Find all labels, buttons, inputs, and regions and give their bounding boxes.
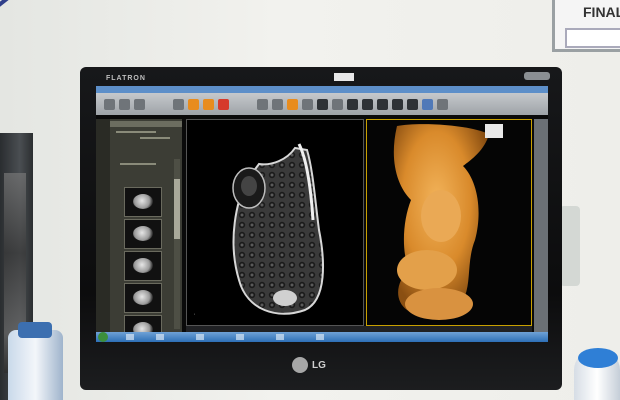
taskbar-app-icon[interactable] [236, 334, 244, 340]
series-panel [110, 119, 182, 341]
monitor-screen: · [96, 86, 548, 342]
svg-text:·: · [193, 312, 196, 318]
rotate-icon[interactable] [287, 98, 298, 110]
cine-play-icon[interactable] [377, 98, 388, 110]
taskbar-app-icon[interactable] [126, 334, 134, 340]
container-right [574, 348, 620, 400]
final-sign: FINAL [552, 0, 620, 52]
window-titlebar [96, 86, 548, 93]
mri-viewport[interactable]: · [186, 119, 364, 326]
series-info-line [120, 163, 156, 165]
sign-text: FINAL [583, 4, 620, 20]
monitor-brand-top: FLATRON [106, 75, 146, 82]
taskbar [96, 332, 548, 342]
reset-icon[interactable] [317, 98, 328, 110]
monitor-badge [524, 72, 550, 80]
save-icon[interactable] [119, 98, 130, 110]
start-button-icon[interactable] [98, 332, 108, 342]
crop-icon[interactable] [332, 98, 343, 110]
mri-image: · [193, 143, 324, 318]
monitor-sticker [334, 73, 354, 81]
series-thumbnail[interactable] [124, 283, 162, 313]
invert-icon[interactable] [302, 98, 313, 110]
thumbnail-image [133, 194, 153, 209]
lg-logo-icon [292, 357, 308, 373]
thumbnail-image [133, 258, 153, 273]
right-tool-panel [534, 119, 548, 341]
3d-render-viewport[interactable] [366, 119, 532, 326]
toolbar-spacer-2 [233, 99, 253, 110]
series-thumbnail[interactable] [124, 219, 162, 249]
sign-bar [565, 28, 620, 48]
cine-first-icon[interactable] [347, 98, 358, 110]
layout-icon[interactable] [173, 98, 184, 110]
series-thumbnail[interactable] [124, 251, 162, 281]
window-level-icon[interactable] [203, 98, 214, 110]
water-bottle-left [8, 322, 63, 400]
taskbar-app-icon[interactable] [156, 334, 164, 340]
export-icon[interactable] [422, 98, 433, 110]
container-cap [578, 348, 618, 368]
measure-icon[interactable] [188, 98, 199, 110]
annotate-icon[interactable] [218, 98, 229, 110]
thumbnail-image [133, 290, 153, 305]
desk-object [560, 206, 580, 286]
series-info-line [116, 131, 156, 133]
scrollbar-thumb[interactable] [174, 179, 180, 239]
taskbar-app-icon[interactable] [276, 334, 284, 340]
series-scrollbar[interactable] [174, 159, 180, 329]
print-icon[interactable] [134, 98, 145, 110]
series-thumbnail[interactable] [124, 187, 162, 217]
series-info-line [140, 137, 170, 139]
series-panel-header [110, 121, 182, 127]
pan-icon[interactable] [272, 98, 283, 110]
cine-prev-icon[interactable] [362, 98, 373, 110]
zoom-icon[interactable] [257, 98, 268, 110]
taskbar-app-icon[interactable] [316, 334, 324, 340]
cine-next-icon[interactable] [392, 98, 403, 110]
open-study-icon[interactable] [104, 98, 115, 110]
3d-render-image [393, 124, 503, 320]
taskbar-app-icon[interactable] [196, 334, 204, 340]
viewer-toolbar [96, 93, 548, 115]
bottle-cap [18, 322, 52, 338]
thumbnail-image [133, 226, 153, 241]
left-edge [96, 119, 110, 341]
settings-icon[interactable] [437, 98, 448, 110]
cine-last-icon[interactable] [407, 98, 418, 110]
monitor-brand-bottom: LG [312, 360, 326, 371]
